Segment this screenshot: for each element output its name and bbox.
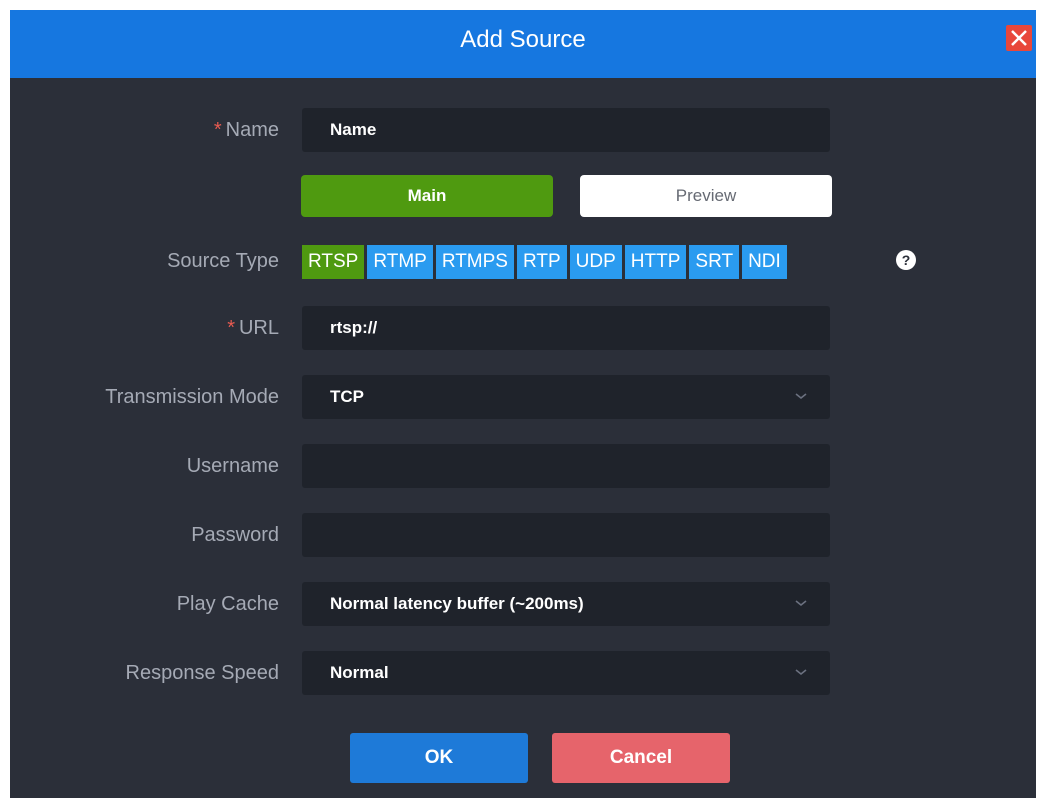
play-cache-select[interactable]: Normal latency buffer (~200ms) (302, 582, 830, 626)
cancel-button[interactable]: Cancel (552, 733, 730, 783)
source-type-label: Source Type (167, 250, 279, 272)
response-speed-value: Normal (330, 663, 389, 682)
response-speed-label: Response Speed (125, 662, 279, 684)
help-icon[interactable]: ? (896, 250, 916, 270)
source-type-srt[interactable]: SRT (689, 245, 740, 279)
source-type-rtmp[interactable]: RTMP (367, 245, 433, 279)
transmission-mode-label: Transmission Mode (105, 386, 279, 408)
source-type-rtp[interactable]: RTP (517, 245, 567, 279)
dialog-title: Add Source (460, 26, 586, 53)
password-label: Password (191, 524, 279, 546)
source-type-http[interactable]: HTTP (624, 245, 687, 279)
source-type-rtsp[interactable]: RTSP (302, 245, 365, 279)
name-input[interactable] (302, 108, 830, 152)
username-field[interactable] (302, 444, 830, 488)
dialog-header: Add Source (10, 10, 1036, 78)
source-type-ndi[interactable]: NDI (742, 245, 787, 279)
password-field[interactable] (302, 513, 830, 557)
source-type-udp[interactable]: UDP (569, 245, 622, 279)
add-source-dialog: Add Source *Name Main Preview Source Typ… (10, 10, 1036, 798)
name-field[interactable] (302, 108, 830, 152)
chevron-down-icon (795, 393, 807, 400)
tab-main[interactable]: Main (301, 175, 553, 217)
ok-button[interactable]: OK (350, 733, 528, 783)
play-cache-value: Normal latency buffer (~200ms) (330, 594, 584, 613)
url-input[interactable] (302, 306, 830, 350)
required-marker: * (213, 119, 222, 141)
url-label: * URL (227, 317, 279, 339)
source-type-group: RTSP RTMP RTMPS RTP UDP HTTP SRT NDI (302, 245, 790, 279)
play-cache-label: Play Cache (176, 593, 279, 615)
transmission-mode-select[interactable]: TCP (302, 375, 830, 419)
required-marker: * (227, 317, 235, 339)
name-label: * Name (213, 119, 279, 141)
username-input[interactable] (302, 444, 830, 488)
transmission-mode-value: TCP (330, 387, 364, 406)
source-type-rtmps[interactable]: RTMPS (435, 245, 514, 279)
username-label: Username (186, 455, 279, 477)
password-input[interactable] (302, 513, 830, 557)
close-icon (1011, 30, 1027, 46)
url-field[interactable] (302, 306, 830, 350)
chevron-down-icon (795, 600, 807, 607)
response-speed-select[interactable]: Normal (302, 651, 830, 695)
close-button[interactable] (1006, 25, 1032, 51)
chevron-down-icon (795, 669, 807, 676)
tab-preview[interactable]: Preview (580, 175, 832, 217)
